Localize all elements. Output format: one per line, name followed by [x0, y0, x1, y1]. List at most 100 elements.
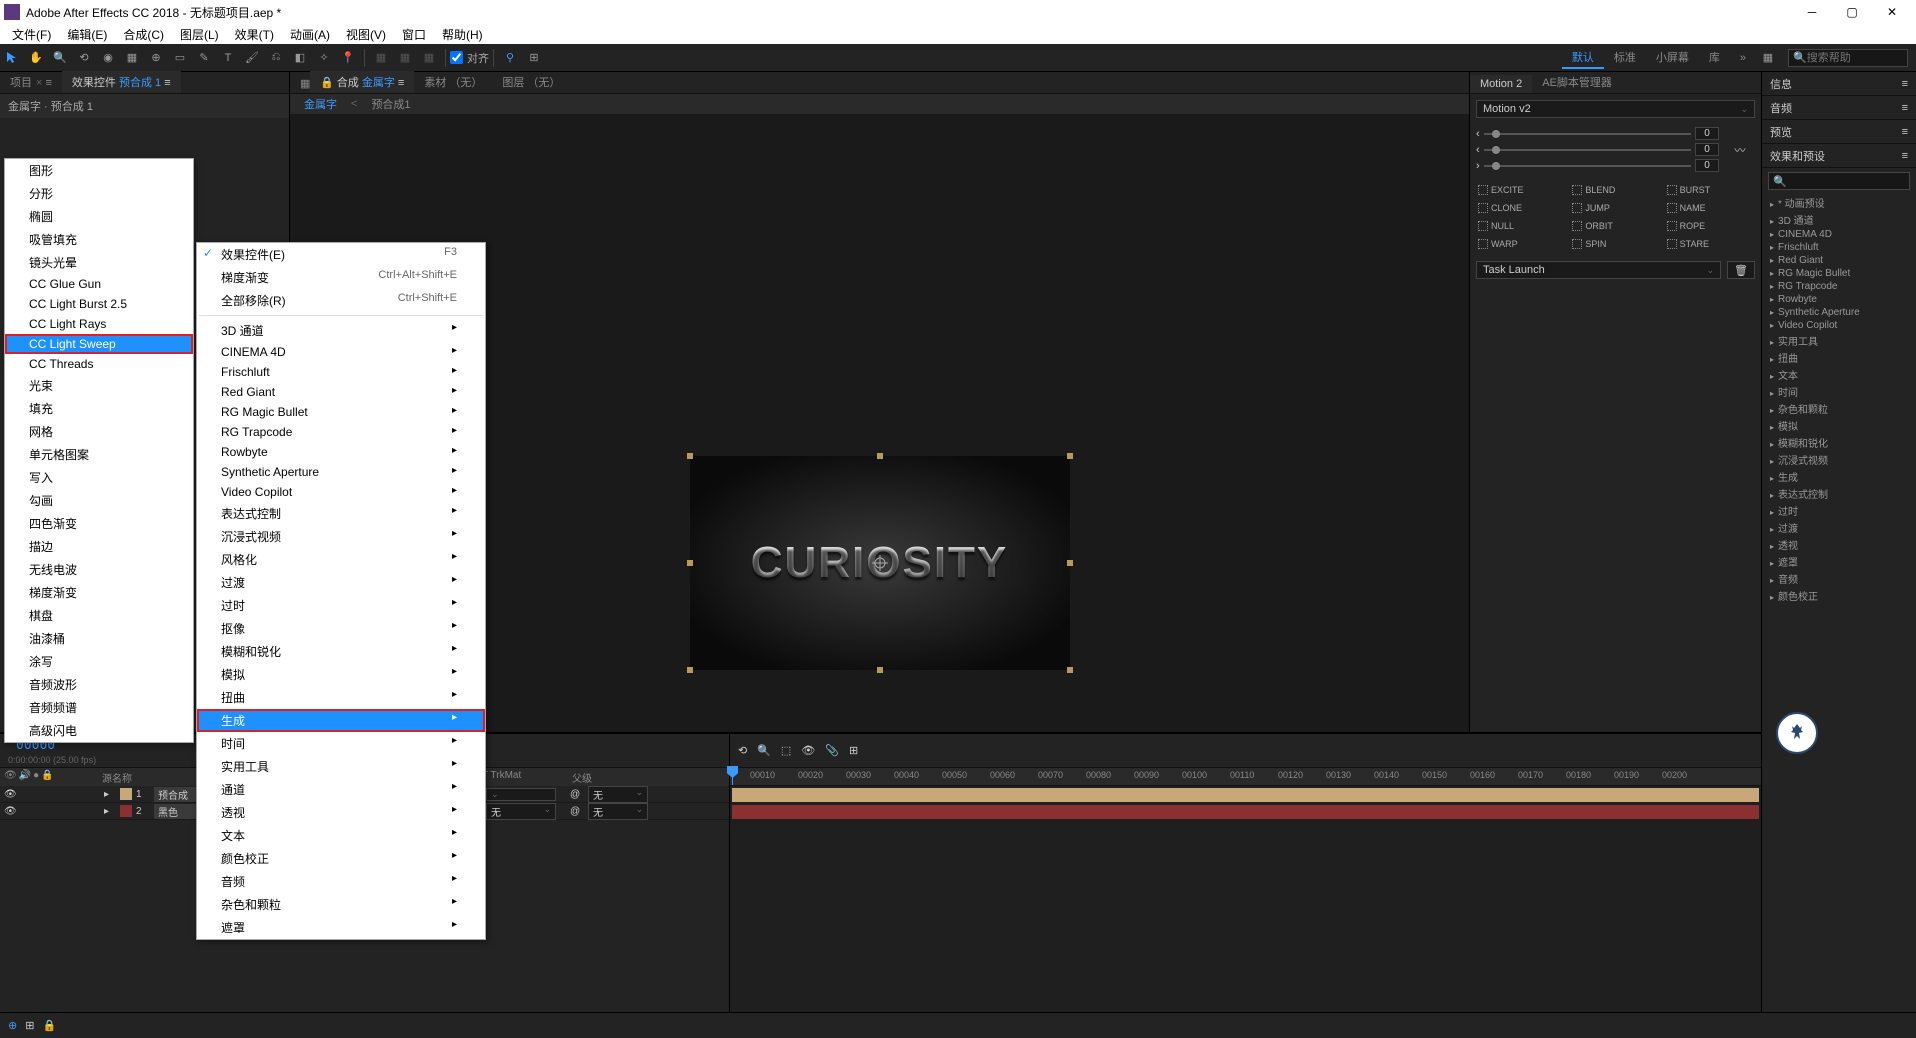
menu-item[interactable]: 无线电波: [5, 558, 193, 581]
effect-category[interactable]: Frischluft: [1762, 241, 1916, 254]
audio-section[interactable]: 音频≡: [1762, 96, 1916, 120]
menu-item[interactable]: 时间▸: [197, 732, 485, 755]
motion-btn-rope[interactable]: ROPE: [1665, 219, 1755, 233]
motion2-tab[interactable]: Motion 2: [1470, 75, 1532, 93]
subtab-metal[interactable]: 金属字: [304, 96, 337, 112]
maximize-button[interactable]: ▢: [1832, 0, 1872, 24]
orbit-tool[interactable]: ⟲: [74, 48, 94, 68]
menu-item[interactable]: 梯度渐变Ctrl+Alt+Shift+E: [197, 266, 485, 289]
clone-tool[interactable]: ⎌: [266, 48, 286, 68]
menu-item[interactable]: CC Light Rays: [5, 314, 193, 334]
brush-tool[interactable]: 🖌: [242, 48, 262, 68]
subtab-precomp[interactable]: 预合成1: [371, 96, 410, 112]
snap-checkbox[interactable]: [450, 51, 463, 64]
menu-item[interactable]: 图形: [5, 159, 193, 182]
workspace-default[interactable]: 默认: [1562, 47, 1604, 69]
comp-tab[interactable]: 🔒 合成 金属字 ≡: [310, 71, 414, 93]
effect-category[interactable]: 实用工具: [1762, 332, 1916, 349]
puppet-tool[interactable]: 📍: [338, 48, 358, 68]
menu-item[interactable]: 填充: [5, 397, 193, 420]
workspace-small[interactable]: 小屏幕: [1646, 47, 1699, 69]
effect-category[interactable]: 沉浸式视频: [1762, 451, 1916, 468]
tl-icon[interactable]: 📎: [825, 744, 839, 757]
menu-item[interactable]: CINEMA 4D▸: [197, 342, 485, 362]
eraser-tool[interactable]: ◧: [290, 48, 310, 68]
slider-1[interactable]: ‹0: [1476, 127, 1719, 140]
menu-item[interactable]: Video Copilot▸: [197, 482, 485, 502]
menu-view[interactable]: 视图(V): [338, 26, 394, 43]
footer-icon[interactable]: 🔒: [42, 1019, 56, 1032]
motion-btn-name[interactable]: NAME: [1665, 201, 1755, 215]
track-bar-1[interactable]: [732, 788, 1759, 802]
track-bar-2[interactable]: [732, 805, 1759, 819]
motion-btn-null[interactable]: NULL: [1476, 219, 1566, 233]
menu-item[interactable]: 音频▸: [197, 870, 485, 893]
motion-btn-spin[interactable]: SPIN: [1570, 237, 1660, 251]
motion-btn-warp[interactable]: WARP: [1476, 237, 1566, 251]
menu-item[interactable]: 梯度渐变: [5, 581, 193, 604]
slider-2[interactable]: ‹0: [1476, 143, 1719, 156]
eye-col-icon[interactable]: 👁: [4, 770, 17, 784]
effect-category[interactable]: RG Magic Bullet: [1762, 267, 1916, 280]
menu-item[interactable]: 文本▸: [197, 824, 485, 847]
task-dropdown[interactable]: Task Launch⌄: [1476, 261, 1721, 279]
effect-category[interactable]: 模拟: [1762, 417, 1916, 434]
rect-tool[interactable]: ▭: [170, 48, 190, 68]
effect-category[interactable]: * 动画预设: [1762, 194, 1916, 211]
menu-comp[interactable]: 合成(C): [115, 26, 172, 43]
close-button[interactable]: ✕: [1872, 0, 1912, 24]
layer-tab[interactable]: 图层 （无）: [492, 71, 570, 93]
menu-file[interactable]: 文件(F): [4, 26, 59, 43]
menu-item[interactable]: 遮罩▸: [197, 916, 485, 939]
graph-icon[interactable]: 〰: [1725, 124, 1755, 175]
task-delete-button[interactable]: 🗑: [1727, 261, 1755, 279]
menu-item[interactable]: 生成▸: [197, 709, 485, 732]
effect-category[interactable]: 文本: [1762, 366, 1916, 383]
anchor-tool[interactable]: ⊕: [146, 48, 166, 68]
menu-item[interactable]: 音频波形: [5, 673, 193, 696]
tl-icon[interactable]: ⊞: [849, 744, 858, 757]
effect-category[interactable]: 遮罩: [1762, 553, 1916, 570]
menu-effect[interactable]: 效果(T): [227, 26, 282, 43]
workspace-standard[interactable]: 标准: [1604, 47, 1646, 69]
motion-btn-excite[interactable]: EXCITE: [1476, 183, 1566, 197]
panel-grip[interactable]: ▦: [290, 74, 310, 93]
info-section[interactable]: 信息≡: [1762, 72, 1916, 96]
menu-item[interactable]: 椭圆: [5, 205, 193, 228]
menu-item[interactable]: Synthetic Aperture▸: [197, 462, 485, 482]
snap-toggle[interactable]: 对齐: [450, 50, 489, 66]
audio-col-icon[interactable]: 🔊: [19, 770, 31, 784]
menu-item[interactable]: 颜色校正▸: [197, 847, 485, 870]
rotation-tool[interactable]: ◉: [98, 48, 118, 68]
roto-tool[interactable]: ✧: [314, 48, 334, 68]
handle-tr[interactable]: [1067, 453, 1073, 459]
comp-canvas[interactable]: CURIOSITY: [690, 456, 1070, 670]
footer-icon[interactable]: ⊕: [8, 1019, 17, 1032]
menu-item[interactable]: 写入: [5, 466, 193, 489]
motion-version-dropdown[interactable]: Motion v2⌄: [1476, 100, 1755, 118]
zoom-tool[interactable]: 🔍: [50, 48, 70, 68]
menu-item[interactable]: 效果控件(E)F3: [197, 243, 485, 266]
tl-icon[interactable]: 👁: [801, 744, 815, 757]
menu-item[interactable]: CC Threads: [5, 354, 193, 374]
effect-category[interactable]: Video Copilot: [1762, 319, 1916, 332]
menu-item[interactable]: 高级闪电: [5, 719, 193, 742]
menu-item[interactable]: 棋盘: [5, 604, 193, 627]
menu-help[interactable]: 帮助(H): [434, 26, 491, 43]
project-tab[interactable]: 项目× ≡: [0, 71, 62, 93]
workspace-more[interactable]: »: [1730, 47, 1756, 69]
selection-tool[interactable]: [2, 48, 22, 68]
help-search[interactable]: 🔍: [1788, 49, 1908, 67]
effect-controls-tab[interactable]: 效果控件 预合成 1 ≡: [62, 71, 181, 93]
menu-item[interactable]: 过渡▸: [197, 571, 485, 594]
effect-category[interactable]: 颜色校正: [1762, 587, 1916, 604]
tl-icon[interactable]: ⬚: [781, 744, 791, 757]
effect-category[interactable]: 杂色和颗粒: [1762, 400, 1916, 417]
menu-item[interactable]: Red Giant▸: [197, 382, 485, 402]
snap-icon[interactable]: ⚲: [500, 48, 520, 68]
handle-tc[interactable]: [877, 453, 883, 459]
handle-bc[interactable]: [877, 667, 883, 673]
menu-item[interactable]: 实用工具▸: [197, 755, 485, 778]
motion-btn-orbit[interactable]: ORBIT: [1570, 219, 1660, 233]
motion-btn-burst[interactable]: BURST: [1665, 183, 1755, 197]
